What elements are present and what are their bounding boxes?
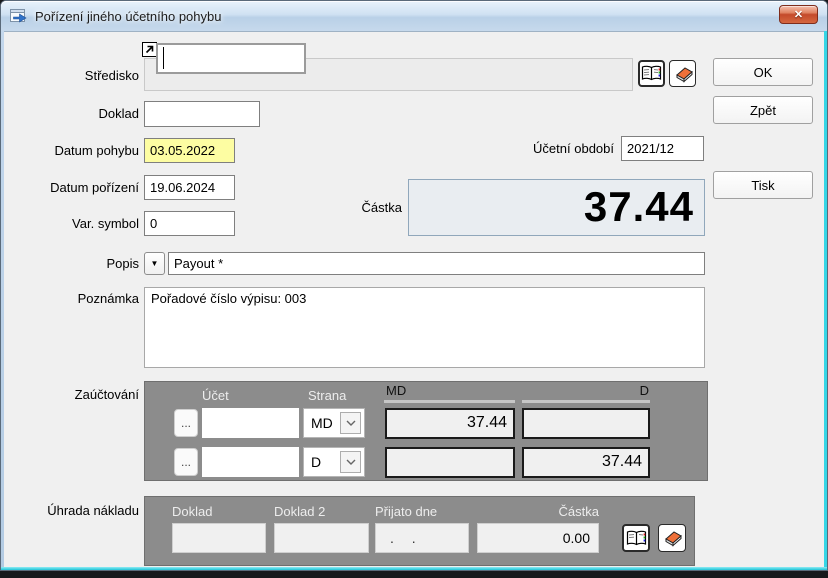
window-form-arrow-icon (10, 9, 28, 24)
castka-amount-display: 37.44 (408, 179, 705, 236)
close-button[interactable]: ✕ (779, 5, 818, 24)
uhrada-doklad2-field (274, 523, 369, 553)
account-browse-button[interactable]: ... (174, 448, 198, 476)
popis-label: Popis (23, 256, 139, 271)
d-amount-field[interactable]: 37.44 (522, 447, 650, 478)
window-bottom-accent (1, 567, 827, 570)
eraser-icon (672, 65, 694, 83)
uhrada-doklad2-header: Doklad 2 (274, 504, 325, 519)
poznamka-label: Poznámka (23, 291, 139, 306)
stredisko-label: Středisko (23, 68, 139, 83)
d-amount-field[interactable] (522, 408, 650, 439)
strana-column-header: Strana (308, 388, 346, 403)
d-column-divider (522, 400, 650, 403)
back-button[interactable]: Zpět (713, 96, 813, 124)
uhrada-nakladu-label: Úhrada nákladu (23, 503, 139, 518)
uhrada-clear-button[interactable] (658, 524, 686, 552)
uhrada-castka-field: 0.00 (477, 523, 599, 553)
md-column-header: MD (386, 383, 406, 398)
doklad-label: Doklad (23, 106, 139, 121)
poznamka-textarea[interactable] (144, 287, 705, 368)
close-icon: ✕ (794, 9, 803, 21)
ucet-input[interactable] (202, 447, 299, 477)
open-book-icon (641, 65, 662, 82)
stredisko-lookup-button[interactable] (638, 60, 665, 87)
strana-combobox[interactable]: D (303, 447, 365, 477)
uhrada-prijato-header: Přijato dne (375, 504, 437, 519)
uhrada-lookup-button[interactable] (622, 524, 650, 552)
expand-arrow-icon[interactable] (142, 42, 157, 57)
uhrada-castka-header: Částka (484, 504, 599, 519)
md-amount-field[interactable]: 37.44 (385, 408, 515, 439)
open-book-icon (626, 530, 647, 547)
ucet-input[interactable] (202, 408, 299, 438)
account-browse-button[interactable]: ... (174, 409, 198, 437)
datum-porizeni-input[interactable] (144, 175, 235, 200)
ucet-column-header: Účet (202, 388, 229, 403)
triangle-down-icon: ▼ (151, 259, 159, 268)
zauctovani-panel: Účet Strana MD D ... MD 37.44 ... D (144, 381, 708, 481)
chevron-down-icon[interactable] (340, 451, 361, 473)
datum-pohybu-label: Datum pohybu (23, 143, 139, 158)
var-symbol-label: Var. symbol (23, 216, 139, 231)
ucetni-obdobi-label: Účetní období (504, 141, 614, 156)
strana-value: D (311, 454, 321, 470)
var-symbol-input[interactable] (144, 211, 235, 236)
ucetni-obdobi-input[interactable] (621, 136, 704, 161)
stredisko-clear-button[interactable] (669, 60, 696, 87)
doklad-input[interactable] (144, 101, 260, 127)
strana-value: MD (311, 415, 333, 431)
uhrada-doklad-field (172, 523, 266, 553)
popis-input[interactable] (168, 252, 705, 275)
eraser-icon (661, 529, 683, 547)
ok-button[interactable]: OK (713, 58, 813, 86)
dialog-window: Pořízení jiného účetního pohybu ✕ Středi… (0, 0, 828, 571)
dialog-content: Středisko (4, 31, 826, 567)
datum-pohybu-input[interactable] (144, 138, 235, 163)
popis-dropdown-button[interactable]: ▼ (144, 252, 165, 275)
window-title: Pořízení jiného účetního pohybu (35, 9, 221, 24)
window-right-accent (824, 31, 827, 567)
chevron-down-icon[interactable] (340, 412, 361, 434)
strana-combobox[interactable]: MD (303, 408, 365, 438)
md-amount-field[interactable] (385, 447, 515, 478)
datum-porizeni-label: Datum pořízení (23, 180, 139, 195)
print-button[interactable]: Tisk (713, 171, 813, 199)
castka-label: Částka (334, 200, 402, 215)
md-column-divider (384, 400, 515, 403)
titlebar[interactable]: Pořízení jiného účetního pohybu ✕ (1, 1, 827, 31)
uhrada-prijato-dne-field: . . (375, 523, 469, 553)
stredisko-edit-input[interactable] (156, 43, 306, 74)
zauctovani-label: Zaúčtování (23, 387, 139, 402)
uhrada-nakladu-panel: Doklad Doklad 2 Přijato dne Částka . . 0… (144, 496, 695, 566)
uhrada-doklad-header: Doklad (172, 504, 212, 519)
text-caret (163, 47, 164, 69)
d-column-header: D (522, 383, 649, 398)
